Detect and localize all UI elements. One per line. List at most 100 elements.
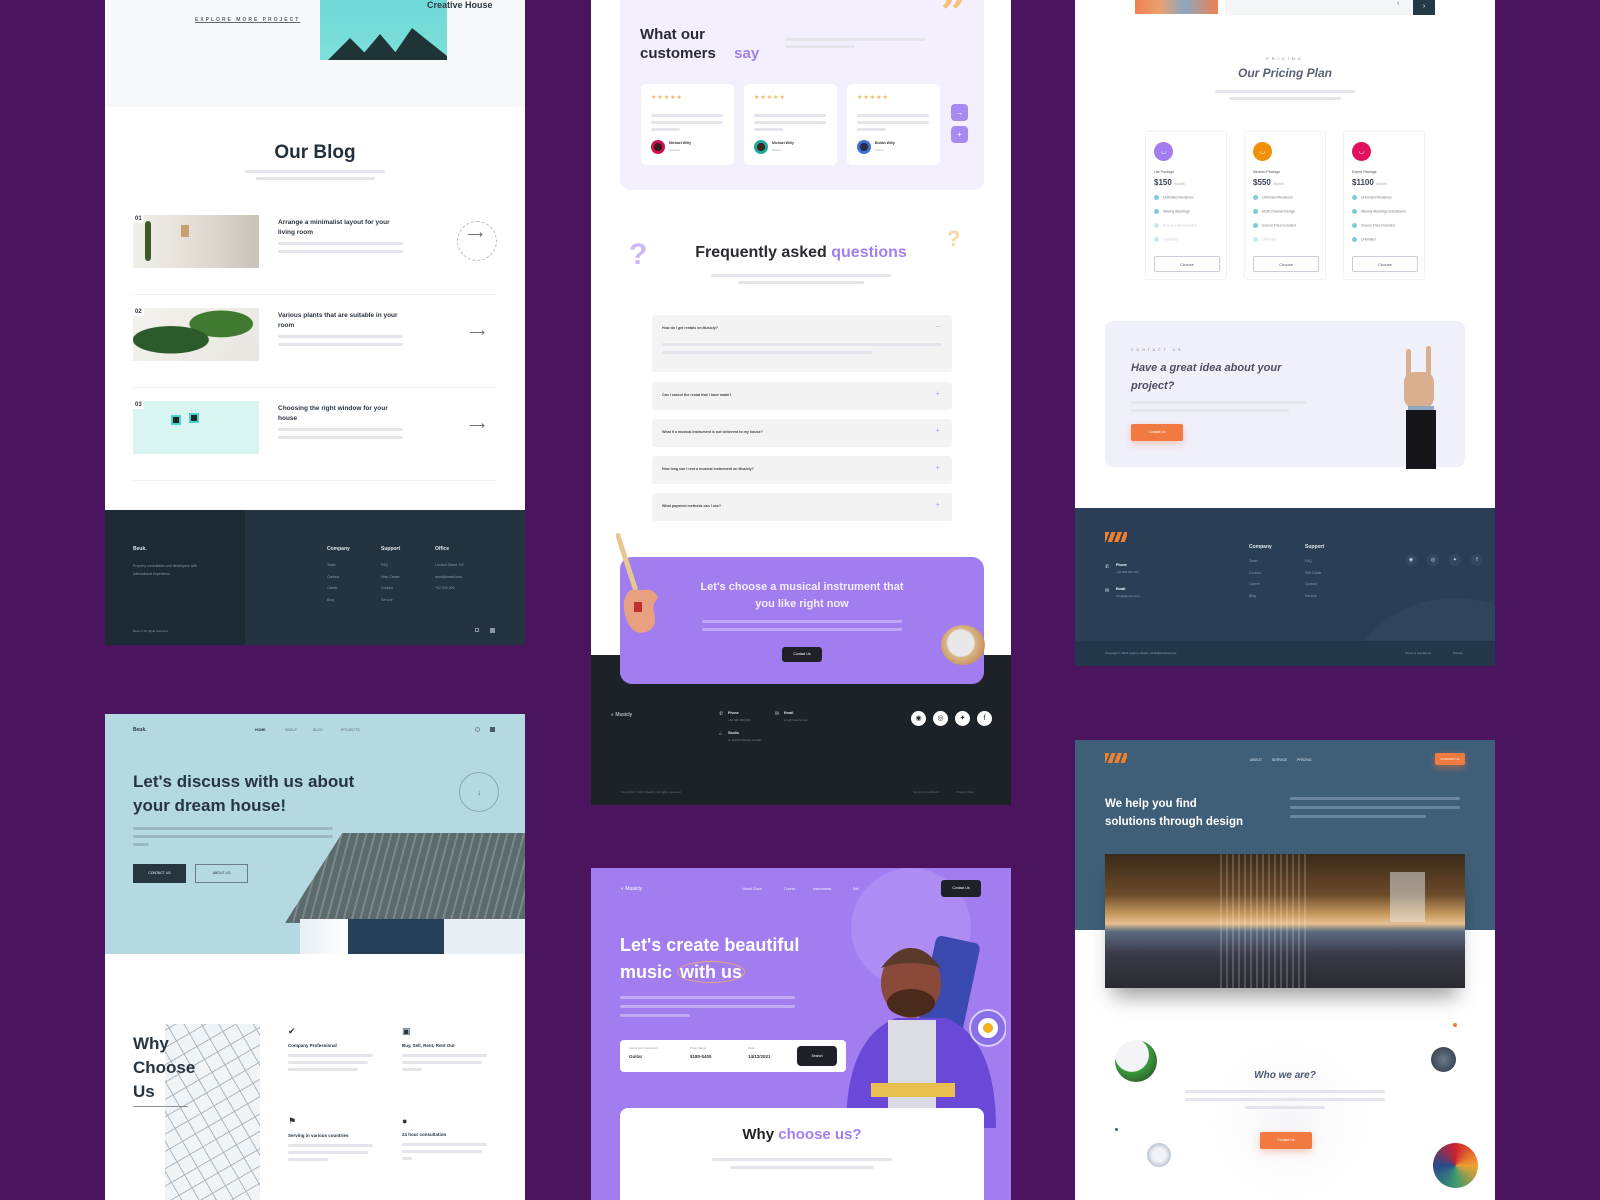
footer-link[interactable]: Career [1249,579,1261,591]
footer: ✆ Phone +62 000 000 000 ✉ Email info@age… [1075,508,1495,666]
discord-icon[interactable]: ◉ [1405,554,1417,566]
expand-icon[interactable]: + [935,500,940,509]
expand-icon[interactable]: + [935,463,940,472]
menu-icon[interactable] [490,727,495,732]
footer-link[interactable]: FAQ [1305,556,1321,568]
date-field[interactable]: Date 14/12/2021 [748,1046,771,1059]
facebook-icon[interactable]: f [1471,554,1483,566]
add-review-button[interactable]: + [951,126,968,143]
choose-plan-button[interactable]: Choose [1352,256,1418,272]
footer-link[interactable]: Blog [1249,591,1261,603]
faq-item[interactable]: What payment methods can I use? + [652,493,952,521]
faq-question[interactable]: What payment methods can I use? [662,504,721,508]
faq-question[interactable]: What if a musical instrument is not deli… [662,430,763,434]
agency-home-page-card: ABOUT SERVICE PRICING CONTACT US We help… [1075,740,1495,1200]
footer-link[interactable]: Service [1305,591,1321,603]
prev-arrow-icon[interactable]: ‹ [1397,0,1399,7]
contact-us-button[interactable]: Contact Us [782,647,822,662]
blog-post[interactable]: 02 Various plants that are suitable in y… [133,308,497,388]
search-icon[interactable] [475,727,480,732]
privacy-link[interactable]: Privacy [1453,651,1463,655]
package-icon: ◡ [1352,142,1371,161]
post-title[interactable]: Various plants that are suitable in your… [278,311,408,331]
twitter-icon[interactable]: ✦ [955,711,970,726]
footer-link[interactable]: Contact [381,583,400,595]
brand-logo[interactable]: Beuk. [133,727,147,733]
footer-link[interactable]: Team [327,560,339,572]
social-icon[interactable] [490,628,495,633]
footer-link[interactable]: Service [381,595,400,607]
terms-link[interactable]: Terms & Conditions [913,790,939,794]
read-more-circle[interactable] [457,221,497,261]
nav-sell[interactable]: Sell [853,887,859,891]
blog-post[interactable]: 01 Arrange a minimalist layout for your … [133,215,497,295]
next-review-button[interactable]: → [951,104,968,121]
agency-logo[interactable] [1105,753,1127,763]
scroll-down-button[interactable]: ↓ [459,772,499,812]
footer-link[interactable]: Contact [1249,568,1261,580]
footer-column-links: FAQ Site Guide Contact Service [1305,556,1321,602]
nav-virtual-class[interactable]: Virtual Class [742,887,762,891]
post-title[interactable]: Choosing the right window for your house [278,404,408,424]
faq-question[interactable]: How do I get rentals on Musicly? [662,326,718,330]
faq-item-expanded[interactable]: How do I get rentals on Musicly? − [652,315,952,372]
nav-projects[interactable]: PROJECTS [341,728,360,732]
footer-link[interactable]: Help Center [381,572,400,584]
footer-link[interactable]: FAQ [381,560,400,572]
nav-about[interactable]: ABOUT [285,728,297,732]
copyright: Beuk © All rights reserved [133,629,168,633]
nav-home[interactable]: HOME [255,728,266,732]
package-price: $1100 /Month [1352,178,1387,187]
nav-pricing[interactable]: PRICING [1297,758,1312,762]
footer-link[interactable]: Site Guide [1305,568,1321,580]
footer-link[interactable]: Career [327,583,339,595]
footer-link[interactable]: Blog [327,595,339,607]
choose-plan-button[interactable]: Choose [1154,256,1220,272]
terms-link[interactable]: Terms & Conditions [1405,651,1431,655]
contact-us-button[interactable]: Contact Us [941,880,981,897]
nav-instruments[interactable]: Instruments [813,887,831,891]
choose-plan-button[interactable]: Choose [1253,256,1319,272]
twitter-icon[interactable]: ✦ [1449,554,1461,566]
instrument-field[interactable]: Instrument Instrument Guitar [629,1046,658,1059]
nav-course[interactable]: Course [784,887,795,891]
footer-link[interactable]: Team [1249,556,1261,568]
instagram-icon[interactable]: ◎ [1427,554,1439,566]
collapse-icon[interactable]: − [935,322,940,331]
contact-us-button[interactable]: CONTACT US [1435,753,1465,765]
feature-item: ▣ Buy, Sell, Rent, Rent Out [402,1026,507,1071]
privacy-link[interactable]: Privacy Policy [956,790,975,794]
footer-link[interactable]: Contact [1305,579,1321,591]
arrow-right-icon[interactable]: ⟶ [469,419,485,432]
blog-post[interactable]: 03 Choosing the right window for your ho… [133,401,497,481]
nav-service[interactable]: SERVICE [1272,758,1287,762]
faq-item[interactable]: What if a musical instrument is not deli… [652,419,952,447]
discord-icon[interactable]: ◉ [911,711,926,726]
contact-us-button[interactable]: Contact Us [1131,424,1183,441]
contact-us-button[interactable]: CONTACT US [133,864,186,883]
instagram-icon[interactable]: ◎ [933,711,948,726]
brand-logo[interactable]: ◐ Musicly [621,886,642,892]
faq-question[interactable]: How long can I rent a musical instrument… [662,467,754,471]
faq-question[interactable]: Can I cancel the rental that I have made… [662,393,732,397]
nav-about[interactable]: ABOUT [1250,758,1262,762]
arrow-right-icon[interactable]: ⟶ [469,326,485,339]
expand-icon[interactable]: + [935,389,940,398]
next-arrow-button[interactable]: › [1413,0,1435,15]
feature-item: Multi Channel Design [1253,209,1295,214]
facebook-icon[interactable]: f [977,711,992,726]
contact-us-button[interactable]: Contact Us [1260,1132,1312,1149]
faq-item[interactable]: Can I cancel the rental that I have made… [652,382,952,410]
about-us-button[interactable]: ABOUT US [195,864,248,883]
price-range-field[interactable]: Price Range $180-$400 [690,1046,712,1059]
footer-link[interactable]: Contact [327,572,339,584]
arrow-right-icon[interactable]: ⟶ [467,228,483,241]
post-title[interactable]: Arrange a minimalist layout for your liv… [278,218,408,238]
nav-blog[interactable]: BLOG [313,728,323,732]
social-icon[interactable] [475,628,479,632]
expand-icon[interactable]: + [935,426,940,435]
why-description [712,1158,892,1169]
explore-project-link[interactable]: EXPLORE MORE PROJECT [195,17,300,23]
reviewer-role: Bassist [772,148,782,152]
faq-item[interactable]: How long can I rent a musical instrument… [652,456,952,484]
